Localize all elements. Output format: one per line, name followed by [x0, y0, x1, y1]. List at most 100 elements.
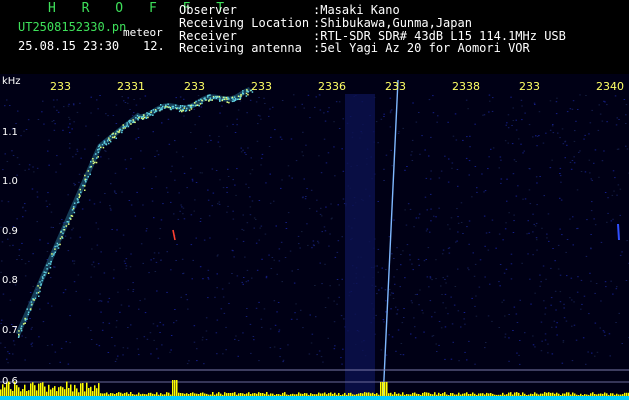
- signal-dot: [204, 98, 206, 101]
- noise-speck: [219, 179, 221, 181]
- noise-speck: [256, 269, 259, 271]
- noise-speck: [625, 114, 627, 116]
- noise-speck: [200, 218, 202, 219]
- noise-speck: [265, 277, 268, 279]
- signal-dot: [79, 188, 81, 191]
- noise-speck: [93, 203, 96, 205]
- noise-speck: [429, 178, 432, 180]
- noise-speck: [139, 300, 141, 302]
- noise-speck: [539, 285, 541, 287]
- signal-dot: [204, 97, 206, 99]
- noise-speck: [171, 165, 173, 167]
- signal-dot: [245, 95, 248, 97]
- signal-dot: [226, 101, 228, 103]
- noise-speck: [559, 197, 561, 199]
- signal-dot: [239, 98, 241, 100]
- level-bar: [232, 392, 234, 396]
- noise-speck: [462, 139, 464, 141]
- level-bar: [284, 392, 286, 396]
- noise-speck: [221, 105, 223, 107]
- level-bar: [458, 392, 460, 396]
- noise-speck: [544, 339, 547, 341]
- noise-speck: [13, 344, 16, 346]
- noise-speck: [258, 360, 260, 362]
- noise-speck: [340, 315, 343, 317]
- level-bar: [490, 393, 492, 396]
- noise-speck: [529, 203, 532, 205]
- noise-speck: [444, 278, 446, 280]
- noise-speck: [33, 171, 35, 173]
- noise-speck: [412, 269, 414, 271]
- level-bar: [274, 394, 276, 396]
- signal-dot: [164, 107, 166, 109]
- noise-speck: [279, 136, 282, 138]
- noise-speck: [616, 117, 618, 119]
- noise-speck: [533, 102, 536, 104]
- noise-speck: [79, 102, 81, 104]
- signal-dot: [85, 178, 88, 181]
- signal-dot: [122, 124, 124, 126]
- noise-speck: [117, 355, 119, 357]
- signal-dot: [97, 156, 99, 158]
- noise-speck: [245, 281, 248, 283]
- noise-speck: [323, 112, 325, 114]
- noise-speck: [545, 132, 547, 134]
- noise-speck: [187, 308, 189, 310]
- level-bar: [88, 388, 90, 396]
- level-bar: [82, 383, 84, 396]
- noise-speck: [202, 336, 204, 338]
- signal-dot: [158, 107, 161, 109]
- level-bar: [606, 393, 608, 396]
- level-bar: [380, 382, 382, 396]
- noise-speck: [278, 248, 281, 250]
- noise-speck: [257, 114, 260, 116]
- signal-dot: [183, 107, 186, 109]
- noise-speck: [185, 294, 187, 296]
- noise-speck: [6, 99, 8, 101]
- noise-speck: [282, 359, 285, 361]
- noise-speck: [411, 302, 413, 304]
- noise-speck: [532, 335, 534, 337]
- noise-speck: [24, 169, 26, 171]
- noise-speck: [377, 248, 380, 250]
- level-bar: [588, 394, 590, 396]
- level-bar: [128, 393, 130, 396]
- signal-dot: [37, 291, 40, 294]
- noise-speck: [28, 168, 30, 170]
- noise-speck: [520, 99, 523, 101]
- noise-speck: [264, 103, 266, 104]
- level-bar: [594, 394, 596, 396]
- noise-speck: [60, 347, 63, 349]
- noise-speck: [249, 214, 252, 216]
- noise-speck: [203, 239, 206, 241]
- noise-speck: [269, 328, 272, 330]
- signal-dot: [213, 96, 215, 99]
- noise-speck: [402, 250, 404, 252]
- level-bar: [352, 394, 354, 396]
- signal-dot: [234, 98, 237, 100]
- signal-dot: [53, 252, 55, 255]
- noise-speck: [92, 261, 95, 263]
- level-bar: [62, 387, 64, 396]
- signal-dot: [209, 97, 212, 99]
- noise-speck: [97, 228, 100, 230]
- level-bar: [154, 394, 156, 396]
- noise-speck: [552, 124, 554, 125]
- noise-speck: [90, 112, 92, 114]
- signal-dot: [240, 93, 242, 96]
- signal-dot: [201, 102, 203, 105]
- signal-dot: [234, 99, 236, 102]
- signal-dot: [54, 251, 56, 253]
- noise-speck: [192, 259, 194, 261]
- noise-speck: [549, 167, 552, 169]
- noise-speck: [249, 196, 251, 198]
- signal-dot: [194, 102, 196, 104]
- noise-speck: [196, 348, 198, 350]
- noise-speck: [618, 312, 620, 314]
- noise-speck: [96, 99, 98, 101]
- noise-speck: [487, 249, 490, 251]
- level-bar: [604, 392, 606, 396]
- noise-speck: [232, 123, 234, 125]
- noise-speck: [232, 218, 235, 220]
- signal-dot: [136, 114, 139, 117]
